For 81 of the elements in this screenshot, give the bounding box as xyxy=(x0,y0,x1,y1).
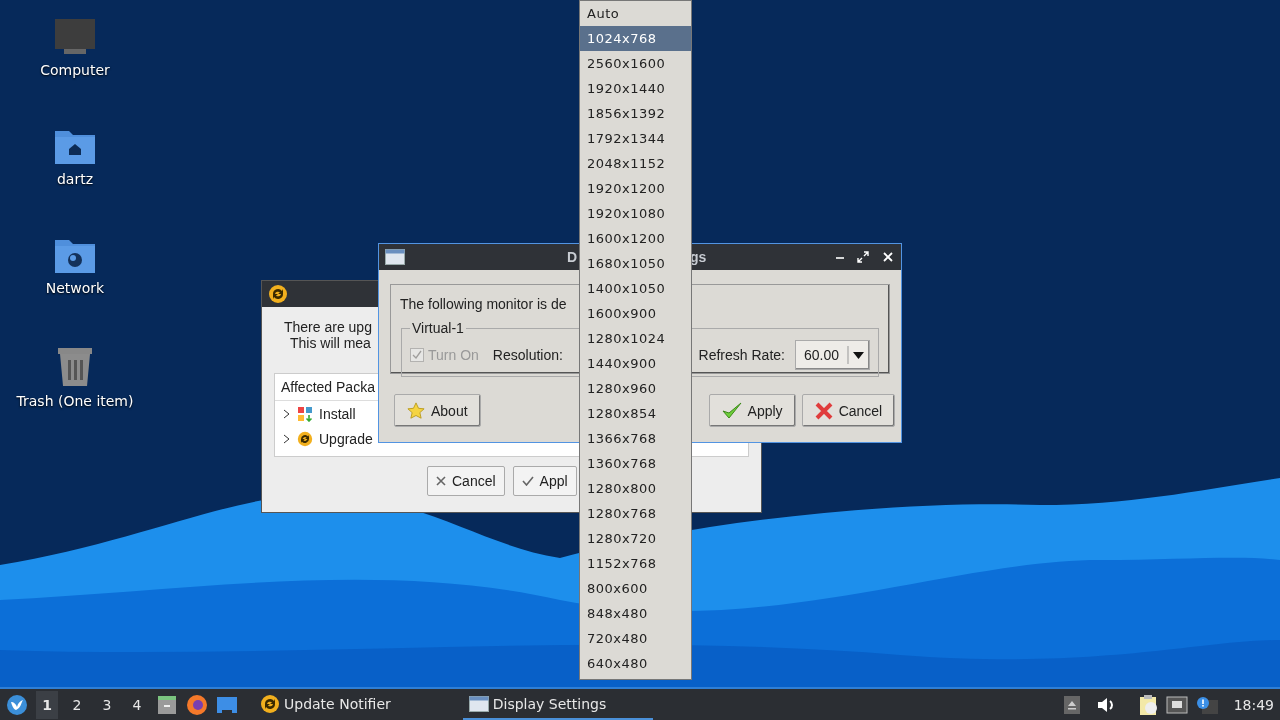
tree-item[interactable]: Upgrade xyxy=(319,430,373,447)
menu-item[interactable]: 1280x960 xyxy=(580,376,691,401)
check-icon xyxy=(521,476,534,486)
menu-item[interactable]: 2560x1600 xyxy=(580,51,691,76)
menu-item[interactable]: 1280x854 xyxy=(580,401,691,426)
close-icon[interactable] xyxy=(883,252,893,262)
file-cabinet-icon[interactable] xyxy=(156,693,178,716)
menu-item[interactable]: 2048x1152 xyxy=(580,151,691,176)
menu-item[interactable]: 1856x1392 xyxy=(580,101,691,126)
window-icon xyxy=(385,249,405,265)
folder-icon[interactable] xyxy=(216,694,238,715)
clock: 18:49 xyxy=(1233,696,1274,713)
maximize-icon[interactable] xyxy=(857,251,869,263)
check-icon xyxy=(721,401,742,420)
task-button[interactable]: Display Settings xyxy=(462,689,653,720)
menu-item[interactable]: 800x600 xyxy=(580,576,691,601)
trash-icon xyxy=(56,345,94,387)
dialog-button[interactable]: Appl xyxy=(512,466,577,496)
workspace-button[interactable]: 4 xyxy=(126,690,148,719)
checkbox-label: Turn On xyxy=(428,347,479,363)
volume-icon[interactable] xyxy=(1095,695,1116,714)
workspace-button[interactable]: 3 xyxy=(96,690,118,719)
menu-item[interactable]: 1920x1200 xyxy=(580,176,691,201)
menu-item[interactable]: 1680x1050 xyxy=(580,251,691,276)
task-button[interactable]: Update Notifier xyxy=(254,689,397,720)
star-icon xyxy=(407,401,425,420)
group-title: Virtual-1 xyxy=(411,320,465,336)
expander-icon[interactable] xyxy=(283,408,291,419)
sync-icon xyxy=(297,430,313,447)
menu-item[interactable]: 1280x1024 xyxy=(580,326,691,351)
menu-item[interactable]: 1792x1344 xyxy=(580,126,691,151)
close-icon xyxy=(436,476,446,486)
menu-item[interactable]: 1920x1080 xyxy=(580,201,691,226)
refresh-rate-label: Refresh Rate: xyxy=(698,347,785,363)
sync-icon xyxy=(268,284,288,304)
dialog-button[interactable]: About xyxy=(394,394,481,427)
menu-item[interactable]: 1280x800 xyxy=(580,476,691,501)
message-text: There are upg xyxy=(284,319,372,335)
desktop-icon-label[interactable]: Trash (One item) xyxy=(16,393,134,409)
resolution-label: Resolution: xyxy=(492,347,563,363)
monitor-message: The following monitor is de xyxy=(400,296,568,312)
menu-item[interactable]: 1360x768 xyxy=(580,451,691,476)
menu-item[interactable]: 720x480 xyxy=(580,626,691,651)
expander-icon[interactable] xyxy=(283,433,291,444)
network-icon[interactable] xyxy=(1165,695,1188,714)
package-icon xyxy=(297,405,313,422)
notification-icon[interactable] xyxy=(1195,695,1218,714)
desktop-icon-label[interactable]: Computer xyxy=(40,62,110,78)
menu-item[interactable]: 1024x768 xyxy=(580,26,691,51)
dialog-button[interactable]: Cancel xyxy=(427,466,505,496)
menu-item[interactable]: 848x480 xyxy=(580,601,691,626)
refresh-rate-combo[interactable]: 60.00 xyxy=(794,340,870,370)
cross-icon xyxy=(814,401,833,420)
desktop-icon-label[interactable]: dartz xyxy=(56,171,94,187)
menu-item[interactable]: 1600x1200 xyxy=(580,226,691,251)
workspace-button[interactable]: 1 xyxy=(36,690,58,719)
column-header: Affected Packa xyxy=(281,379,375,395)
menu-item[interactable]: 1920x1440 xyxy=(580,76,691,101)
clipboard-icon[interactable] xyxy=(1137,693,1158,716)
desktop-icon-label[interactable]: Network xyxy=(45,280,105,296)
browser-icon[interactable] xyxy=(186,693,208,716)
dialog-button[interactable]: Apply xyxy=(708,394,796,427)
workspace-button[interactable]: 2 xyxy=(66,690,88,719)
tree-item[interactable]: Install xyxy=(319,405,356,422)
menu-item[interactable]: 1400x1050 xyxy=(580,276,691,301)
dialog-button[interactable]: Cancel xyxy=(801,394,896,427)
message-text: This will mea xyxy=(290,335,371,351)
menu-item[interactable]: 1152x768 xyxy=(580,551,691,576)
menu-item[interactable]: 1280x720 xyxy=(580,526,691,551)
start-menu-icon[interactable] xyxy=(6,693,28,716)
menu-item[interactable]: 1440x900 xyxy=(580,351,691,376)
menu-item[interactable]: Auto xyxy=(580,1,691,26)
menu-item[interactable]: 1280x768 xyxy=(580,501,691,526)
menu-item[interactable]: 1600x900 xyxy=(580,301,691,326)
menu-item[interactable]: 1366x768 xyxy=(580,426,691,451)
sync-icon xyxy=(260,693,280,714)
monitor-icon xyxy=(54,18,96,56)
eject-icon[interactable] xyxy=(1063,695,1080,714)
window-title: D xyxy=(567,249,578,265)
window-icon xyxy=(468,695,489,712)
menu-item[interactable]: 640x480 xyxy=(580,651,691,676)
